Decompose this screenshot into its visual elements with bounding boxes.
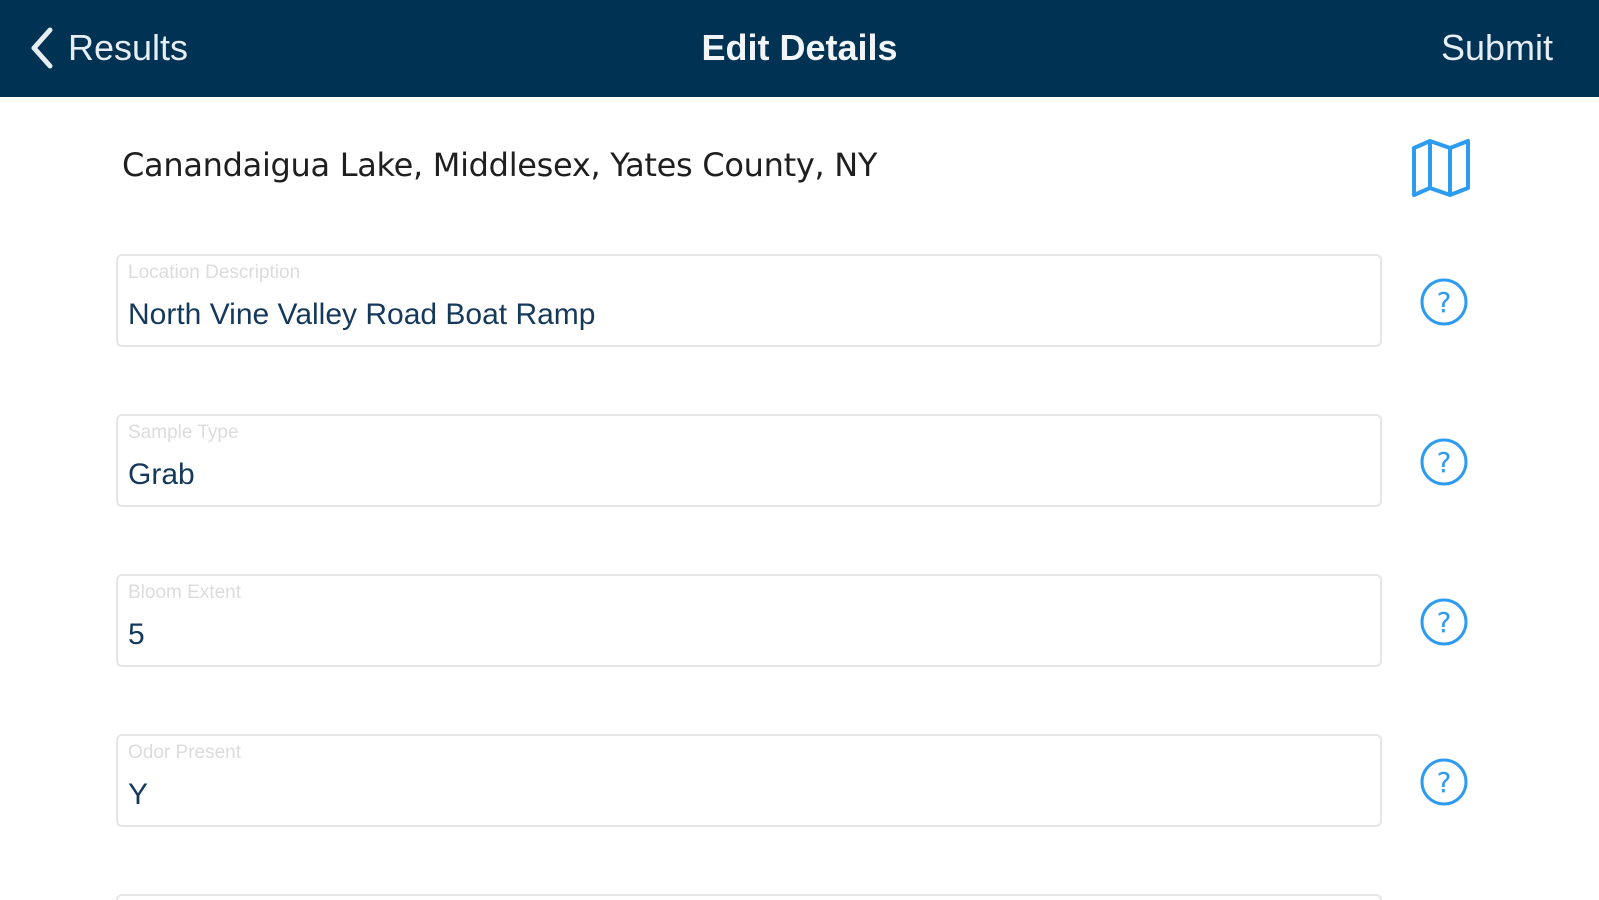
field-value: Grab — [128, 458, 195, 491]
svg-text:?: ? — [1437, 606, 1452, 639]
location-header: Canandaigua Lake, Middlesex, Yates Count… — [0, 130, 1599, 202]
help-icon[interactable]: ? — [1418, 756, 1470, 808]
field-label: Bloom Extent — [128, 582, 241, 603]
field-value: 5 — [128, 618, 145, 651]
submit-button[interactable]: Submit — [1441, 22, 1553, 74]
field-label: Odor Present — [128, 742, 241, 763]
odor-present-field[interactable]: Odor Present Y — [116, 734, 1382, 827]
svg-text:?: ? — [1437, 446, 1452, 479]
sample-type-field[interactable]: Sample Type Grab — [116, 414, 1382, 507]
next-field-partial[interactable] — [116, 894, 1382, 900]
map-icon[interactable] — [1410, 136, 1472, 200]
back-button[interactable]: Results — [28, 22, 188, 74]
bloom-extent-field[interactable]: Bloom Extent 5 — [116, 574, 1382, 667]
chevron-left-icon — [28, 26, 56, 70]
location-description-field[interactable]: Location Description North Vine Valley R… — [116, 254, 1382, 347]
svg-text:?: ? — [1437, 286, 1452, 319]
back-button-label: Results — [68, 27, 189, 68]
field-value: Y — [128, 778, 149, 811]
field-label: Sample Type — [128, 422, 239, 443]
field-label: Location Description — [128, 262, 301, 283]
svg-text:?: ? — [1437, 766, 1452, 799]
page-title: Edit Details — [701, 27, 898, 68]
help-icon[interactable]: ? — [1418, 596, 1470, 648]
navigation-bar: Results Edit Details Submit — [0, 0, 1599, 97]
location-name: Canandaigua Lake, Middlesex, Yates Count… — [122, 146, 878, 184]
field-value: North Vine Valley Road Boat Ramp — [128, 298, 596, 331]
help-icon[interactable]: ? — [1418, 276, 1470, 328]
help-icon[interactable]: ? — [1418, 436, 1470, 488]
